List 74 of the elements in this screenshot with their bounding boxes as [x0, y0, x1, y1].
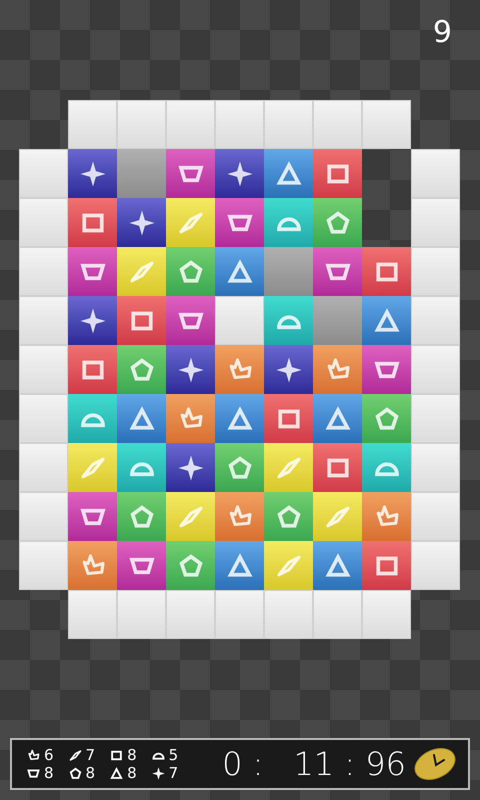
game-tile[interactable]: [264, 394, 313, 443]
parallelogram-icon: [68, 748, 83, 762]
game-tile[interactable]: [362, 296, 411, 345]
piece-count: 7: [86, 748, 96, 762]
game-tile[interactable]: [68, 394, 117, 443]
piece-count: 7: [168, 766, 178, 780]
game-tile[interactable]: [264, 149, 313, 198]
game-tile[interactable]: [215, 345, 264, 394]
piece-count: 6: [44, 748, 54, 762]
game-tile[interactable]: [313, 541, 362, 590]
game-tile[interactable]: [68, 492, 117, 541]
game-tile[interactable]: [362, 443, 411, 492]
piece-count: 8: [127, 766, 137, 780]
game-tile[interactable]: [264, 345, 313, 394]
game-tile[interactable]: [166, 492, 215, 541]
timer-seconds: 11 : 96: [293, 748, 406, 780]
game-tile[interactable]: [215, 541, 264, 590]
game-tile[interactable]: [117, 345, 166, 394]
game-tile[interactable]: [166, 149, 215, 198]
game-tile[interactable]: [264, 443, 313, 492]
game-tile[interactable]: [313, 247, 362, 296]
game-tile[interactable]: [313, 492, 362, 541]
game-tile[interactable]: [68, 198, 117, 247]
game-tile[interactable]: [362, 247, 411, 296]
timer-minutes: 0 :: [222, 748, 264, 780]
piece-count: 5: [168, 748, 178, 762]
game-tile[interactable]: [68, 345, 117, 394]
game-tile[interactable]: [117, 492, 166, 541]
piece-count: 8: [86, 766, 96, 780]
hook-icon: [26, 748, 41, 762]
game-tile[interactable]: [362, 394, 411, 443]
game-tile[interactable]: [117, 198, 166, 247]
game-tile[interactable]: [264, 541, 313, 590]
game-tile[interactable]: [117, 443, 166, 492]
game-tile[interactable]: [313, 394, 362, 443]
game-tile[interactable]: [117, 296, 166, 345]
game-tile[interactable]: [117, 541, 166, 590]
game-tile[interactable]: [68, 247, 117, 296]
game-tile[interactable]: [215, 149, 264, 198]
game-tile[interactable]: [166, 443, 215, 492]
game-tile[interactable]: [166, 296, 215, 345]
game-tile[interactable]: [215, 247, 264, 296]
game-tile[interactable]: [117, 247, 166, 296]
game-tile[interactable]: [264, 492, 313, 541]
game-tile[interactable]: [362, 345, 411, 394]
star-icon: [150, 766, 166, 780]
game-tile[interactable]: [166, 247, 215, 296]
game-tile[interactable]: [313, 345, 362, 394]
game-tile[interactable]: [117, 394, 166, 443]
game-tile[interactable]: [215, 394, 264, 443]
game-tile[interactable]: [264, 198, 313, 247]
game-tile[interactable]: [362, 492, 411, 541]
triangle-icon: [109, 766, 124, 780]
game-tile[interactable]: [313, 149, 362, 198]
piece-count: 8: [127, 748, 137, 762]
pentagon-icon: [68, 766, 83, 780]
game-tile[interactable]: [313, 443, 362, 492]
piece-count: 8: [44, 766, 54, 780]
game-tile[interactable]: [68, 443, 117, 492]
game-tile[interactable]: [68, 296, 117, 345]
game-tile[interactable]: [264, 296, 313, 345]
game-tile[interactable]: [68, 541, 117, 590]
game-tile[interactable]: [215, 492, 264, 541]
game-tile[interactable]: [362, 541, 411, 590]
game-tile[interactable]: [166, 345, 215, 394]
score-counter: 9: [432, 18, 452, 48]
game-tile[interactable]: [166, 198, 215, 247]
game-tile[interactable]: [166, 394, 215, 443]
game-tile[interactable]: [68, 149, 117, 198]
game-tile[interactable]: [215, 443, 264, 492]
clock-icon: [412, 746, 458, 782]
game-tile[interactable]: [166, 541, 215, 590]
game-tile[interactable]: [313, 198, 362, 247]
game-tile[interactable]: [215, 198, 264, 247]
